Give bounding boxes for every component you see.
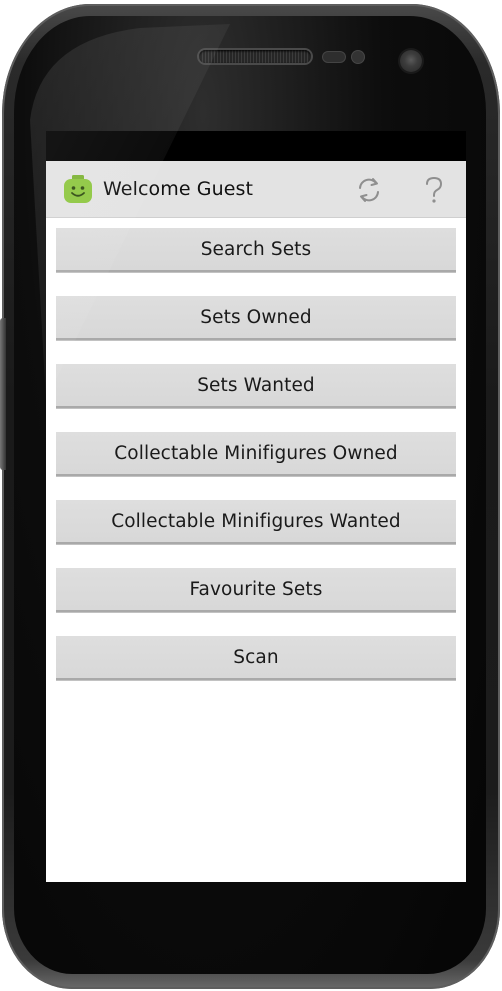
proximity-sensor	[323, 52, 345, 62]
front-camera	[400, 50, 422, 72]
search-sets-button[interactable]: Search Sets	[56, 228, 456, 272]
minifigures-wanted-button[interactable]: Collectable Minifigures Wanted	[56, 500, 456, 544]
refresh-icon	[359, 178, 379, 202]
light-sensor	[352, 51, 364, 63]
minifigures-owned-button[interactable]: Collectable Minifigures Owned	[56, 432, 456, 476]
earpiece-speaker	[199, 50, 311, 63]
page-title: Welcome Guest	[103, 178, 254, 200]
volume-side-button	[0, 318, 6, 470]
help-button[interactable]	[414, 172, 454, 208]
app-screen: Welcome Guest Search Sets Sets Owned Set…	[46, 161, 466, 882]
lego-head-icon[interactable]	[62, 174, 94, 206]
help-icon	[426, 176, 443, 203]
scan-button[interactable]: Scan	[56, 636, 456, 680]
refresh-button[interactable]	[349, 172, 389, 208]
favourite-sets-button[interactable]: Favourite Sets	[56, 568, 456, 612]
sets-owned-button[interactable]: Sets Owned	[56, 296, 456, 340]
sets-wanted-button[interactable]: Sets Wanted	[56, 364, 456, 408]
action-bar: Welcome Guest	[46, 161, 466, 218]
